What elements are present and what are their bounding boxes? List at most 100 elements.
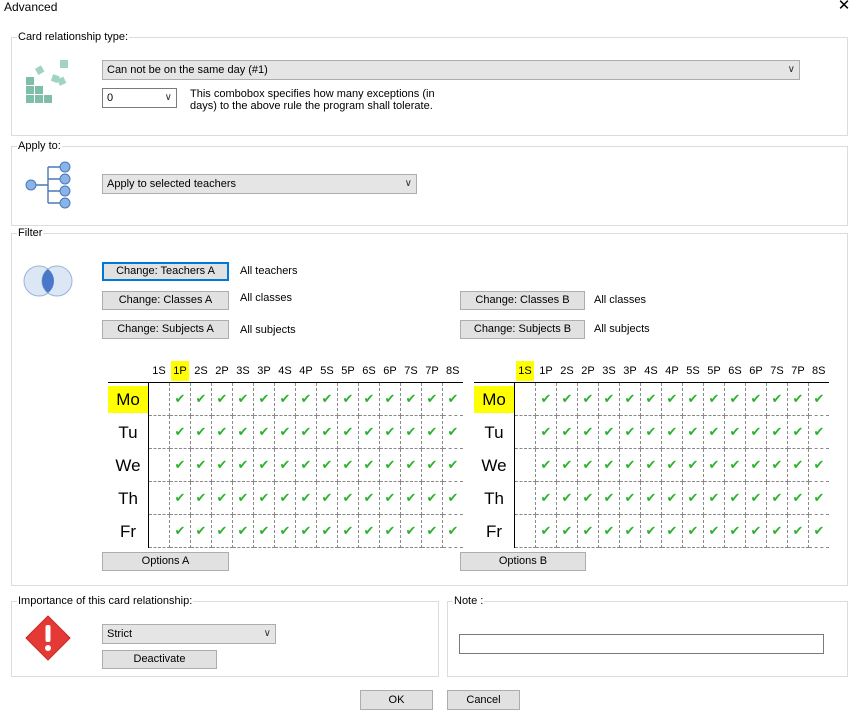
grid-b-cell[interactable]: ✔ bbox=[724, 514, 746, 548]
grid-b-cell[interactable]: ✔ bbox=[703, 481, 725, 515]
grid-a-cell[interactable]: ✔ bbox=[379, 448, 401, 482]
grid-a-cell[interactable] bbox=[148, 481, 170, 515]
grid-b-cell[interactable]: ✔ bbox=[577, 481, 599, 515]
grid-a-cell[interactable]: ✔ bbox=[442, 448, 463, 482]
grid-b-cell[interactable]: ✔ bbox=[598, 415, 620, 449]
grid-a-cell[interactable]: ✔ bbox=[274, 415, 296, 449]
grid-b-day-header[interactable]: Mo bbox=[474, 382, 515, 416]
grid-b-cell[interactable]: ✔ bbox=[703, 514, 725, 548]
grid-b-period-header[interactable]: 6S bbox=[724, 360, 746, 383]
grid-a-day-header[interactable]: Th bbox=[108, 481, 149, 515]
grid-b-cell[interactable] bbox=[514, 382, 536, 416]
options-b-button[interactable]: Options B bbox=[460, 552, 586, 571]
grid-b-cell[interactable]: ✔ bbox=[619, 415, 641, 449]
grid-b-cell[interactable]: ✔ bbox=[598, 382, 620, 416]
grid-b-period-header[interactable]: 2S bbox=[556, 360, 578, 383]
grid-b-cell[interactable]: ✔ bbox=[661, 514, 683, 548]
grid-a-day-header[interactable]: Fr bbox=[108, 514, 149, 548]
grid-b-cell[interactable] bbox=[514, 415, 536, 449]
grid-a-cell[interactable]: ✔ bbox=[400, 415, 422, 449]
grid-b-cell[interactable] bbox=[514, 448, 536, 482]
grid-a-cell[interactable]: ✔ bbox=[337, 514, 359, 548]
grid-b-cell[interactable]: ✔ bbox=[661, 481, 683, 515]
grid-b-cell[interactable]: ✔ bbox=[703, 415, 725, 449]
grid-b-cell[interactable]: ✔ bbox=[577, 514, 599, 548]
grid-a-cell[interactable]: ✔ bbox=[211, 415, 233, 449]
grid-a-period-header[interactable]: 5S bbox=[316, 360, 338, 383]
grid-b-cell[interactable]: ✔ bbox=[661, 415, 683, 449]
grid-b-period-header[interactable]: 1S bbox=[514, 360, 536, 383]
grid-a-cell[interactable]: ✔ bbox=[442, 514, 463, 548]
grid-b-cell[interactable]: ✔ bbox=[535, 415, 557, 449]
grid-b-cell[interactable]: ✔ bbox=[766, 382, 788, 416]
grid-b-cell[interactable]: ✔ bbox=[556, 481, 578, 515]
grid-b-cell[interactable]: ✔ bbox=[703, 448, 725, 482]
grid-a-day-header[interactable]: Mo bbox=[108, 382, 149, 416]
grid-b-cell[interactable]: ✔ bbox=[640, 448, 662, 482]
grid-a-cell[interactable]: ✔ bbox=[253, 514, 275, 548]
grid-a-cell[interactable]: ✔ bbox=[211, 514, 233, 548]
grid-b-cell[interactable]: ✔ bbox=[703, 382, 725, 416]
grid-a-cell[interactable]: ✔ bbox=[232, 514, 254, 548]
grid-a-cell[interactable]: ✔ bbox=[169, 382, 191, 416]
change-teachers-a-button[interactable]: Change: Teachers A bbox=[102, 262, 229, 281]
grid-b-cell[interactable]: ✔ bbox=[787, 415, 809, 449]
grid-b-cell[interactable]: ✔ bbox=[787, 481, 809, 515]
grid-b-cell[interactable]: ✔ bbox=[808, 382, 829, 416]
grid-b-cell[interactable]: ✔ bbox=[556, 448, 578, 482]
grid-a-cell[interactable]: ✔ bbox=[358, 415, 380, 449]
grid-a-cell[interactable]: ✔ bbox=[421, 481, 443, 515]
grid-b-cell[interactable]: ✔ bbox=[766, 415, 788, 449]
note-input[interactable] bbox=[459, 634, 824, 654]
exceptions-select[interactable]: 0 ∨ bbox=[102, 88, 177, 108]
grid-b-cell[interactable]: ✔ bbox=[808, 448, 829, 482]
grid-a-cell[interactable]: ✔ bbox=[358, 514, 380, 548]
grid-b-cell[interactable]: ✔ bbox=[766, 448, 788, 482]
grid-a-cell[interactable]: ✔ bbox=[316, 448, 338, 482]
grid-a-cell[interactable]: ✔ bbox=[232, 448, 254, 482]
grid-a-period-header[interactable]: 4P bbox=[295, 360, 317, 383]
grid-a-cell[interactable]: ✔ bbox=[211, 448, 233, 482]
grid-a-period-header[interactable]: 2P bbox=[211, 360, 233, 383]
grid-a-cell[interactable]: ✔ bbox=[316, 382, 338, 416]
grid-a-cell[interactable]: ✔ bbox=[169, 448, 191, 482]
grid-a-period-header[interactable]: 7P bbox=[421, 360, 443, 383]
ok-button[interactable]: OK bbox=[360, 690, 433, 710]
grid-a-cell[interactable]: ✔ bbox=[274, 481, 296, 515]
grid-a-cell[interactable]: ✔ bbox=[295, 382, 317, 416]
grid-b-cell[interactable]: ✔ bbox=[535, 481, 557, 515]
grid-b-cell[interactable]: ✔ bbox=[640, 382, 662, 416]
relationship-type-select[interactable]: Can not be on the same day (#1) ∨ bbox=[102, 60, 800, 80]
grid-b-cell[interactable]: ✔ bbox=[787, 382, 809, 416]
grid-a-cell[interactable]: ✔ bbox=[400, 481, 422, 515]
grid-b-cell[interactable]: ✔ bbox=[535, 514, 557, 548]
grid-b-cell[interactable]: ✔ bbox=[556, 514, 578, 548]
grid-a-cell[interactable]: ✔ bbox=[316, 481, 338, 515]
grid-b-cell[interactable]: ✔ bbox=[766, 514, 788, 548]
grid-b-period-header[interactable]: 4S bbox=[640, 360, 662, 383]
grid-b-cell[interactable]: ✔ bbox=[619, 514, 641, 548]
grid-a-cell[interactable]: ✔ bbox=[295, 448, 317, 482]
grid-b-cell[interactable]: ✔ bbox=[598, 514, 620, 548]
grid-a-cell[interactable]: ✔ bbox=[337, 382, 359, 416]
grid-b-period-header[interactable]: 5P bbox=[703, 360, 725, 383]
grid-a-period-header[interactable]: 1P bbox=[169, 360, 191, 383]
grid-a-cell[interactable]: ✔ bbox=[358, 382, 380, 416]
grid-b-period-header[interactable]: 1P bbox=[535, 360, 557, 383]
grid-b-cell[interactable]: ✔ bbox=[598, 448, 620, 482]
grid-b-cell[interactable]: ✔ bbox=[682, 382, 704, 416]
grid-a-cell[interactable]: ✔ bbox=[190, 382, 212, 416]
grid-a-cell[interactable]: ✔ bbox=[232, 481, 254, 515]
grid-b-period-header[interactable]: 7P bbox=[787, 360, 809, 383]
grid-b-day-header[interactable]: Th bbox=[474, 481, 515, 515]
grid-a-period-header[interactable]: 3P bbox=[253, 360, 275, 383]
grid-b-cell[interactable]: ✔ bbox=[766, 481, 788, 515]
grid-b-cell[interactable]: ✔ bbox=[661, 448, 683, 482]
grid-a-cell[interactable]: ✔ bbox=[316, 514, 338, 548]
grid-b-cell[interactable]: ✔ bbox=[724, 415, 746, 449]
grid-a-day-header[interactable]: Tu bbox=[108, 415, 149, 449]
grid-b-cell[interactable]: ✔ bbox=[619, 382, 641, 416]
cancel-button[interactable]: Cancel bbox=[447, 690, 520, 710]
grid-a-cell[interactable]: ✔ bbox=[169, 481, 191, 515]
grid-a-cell[interactable]: ✔ bbox=[232, 415, 254, 449]
